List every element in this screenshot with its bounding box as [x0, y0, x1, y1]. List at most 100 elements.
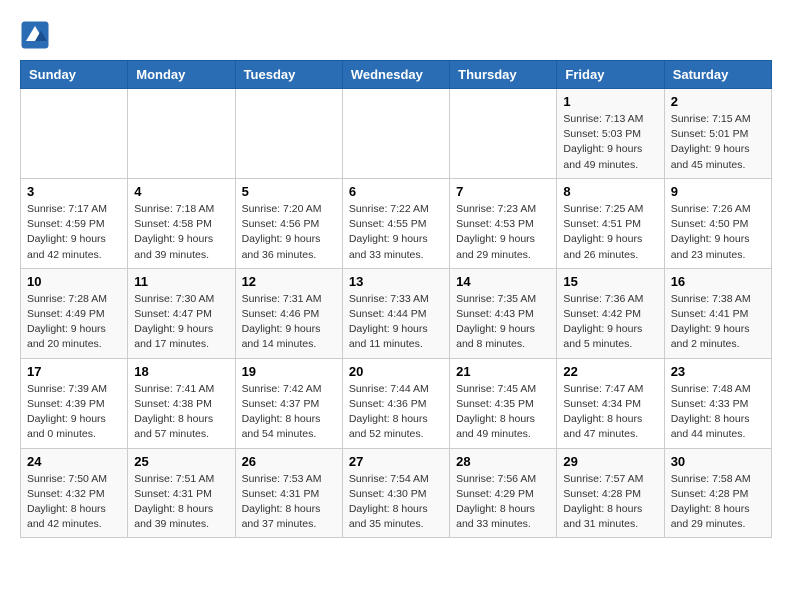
calendar-cell: 17 Sunrise: 7:39 AM Sunset: 4:39 PM Dayli…	[21, 358, 128, 448]
day-number: 7	[456, 184, 550, 199]
day-info: Sunrise: 7:33 AM Sunset: 4:44 PM Dayligh…	[349, 292, 443, 353]
day-number: 16	[671, 274, 765, 289]
calendar-week-row: 1 Sunrise: 7:13 AM Sunset: 5:03 PM Daylig…	[21, 89, 772, 179]
day-info: Sunrise: 7:42 AM Sunset: 4:37 PM Dayligh…	[242, 382, 336, 443]
day-info: Sunrise: 7:22 AM Sunset: 4:55 PM Dayligh…	[349, 202, 443, 263]
day-number: 4	[134, 184, 228, 199]
calendar-cell	[21, 89, 128, 179]
day-info: Sunrise: 7:39 AM Sunset: 4:39 PM Dayligh…	[27, 382, 121, 443]
day-number: 19	[242, 364, 336, 379]
day-number: 27	[349, 454, 443, 469]
logo	[20, 20, 54, 50]
day-number: 14	[456, 274, 550, 289]
day-number: 2	[671, 94, 765, 109]
day-info: Sunrise: 7:26 AM Sunset: 4:50 PM Dayligh…	[671, 202, 765, 263]
weekday-header: Saturday	[664, 61, 771, 89]
day-info: Sunrise: 7:23 AM Sunset: 4:53 PM Dayligh…	[456, 202, 550, 263]
day-info: Sunrise: 7:15 AM Sunset: 5:01 PM Dayligh…	[671, 112, 765, 173]
day-info: Sunrise: 7:54 AM Sunset: 4:30 PM Dayligh…	[349, 472, 443, 533]
calendar-cell: 3 Sunrise: 7:17 AM Sunset: 4:59 PM Daylig…	[21, 178, 128, 268]
day-number: 15	[563, 274, 657, 289]
calendar-cell: 25 Sunrise: 7:51 AM Sunset: 4:31 PM Dayli…	[128, 448, 235, 538]
day-info: Sunrise: 7:38 AM Sunset: 4:41 PM Dayligh…	[671, 292, 765, 353]
day-number: 24	[27, 454, 121, 469]
day-info: Sunrise: 7:47 AM Sunset: 4:34 PM Dayligh…	[563, 382, 657, 443]
calendar-cell	[128, 89, 235, 179]
day-number: 8	[563, 184, 657, 199]
calendar-week-row: 3 Sunrise: 7:17 AM Sunset: 4:59 PM Daylig…	[21, 178, 772, 268]
calendar-cell: 27 Sunrise: 7:54 AM Sunset: 4:30 PM Dayli…	[342, 448, 449, 538]
day-info: Sunrise: 7:56 AM Sunset: 4:29 PM Dayligh…	[456, 472, 550, 533]
calendar-cell: 28 Sunrise: 7:56 AM Sunset: 4:29 PM Dayli…	[450, 448, 557, 538]
calendar-cell: 14 Sunrise: 7:35 AM Sunset: 4:43 PM Dayli…	[450, 268, 557, 358]
day-number: 22	[563, 364, 657, 379]
day-number: 17	[27, 364, 121, 379]
day-info: Sunrise: 7:48 AM Sunset: 4:33 PM Dayligh…	[671, 382, 765, 443]
calendar-cell: 16 Sunrise: 7:38 AM Sunset: 4:41 PM Dayli…	[664, 268, 771, 358]
day-number: 10	[27, 274, 121, 289]
day-info: Sunrise: 7:35 AM Sunset: 4:43 PM Dayligh…	[456, 292, 550, 353]
weekday-header: Friday	[557, 61, 664, 89]
calendar-cell: 22 Sunrise: 7:47 AM Sunset: 4:34 PM Dayli…	[557, 358, 664, 448]
calendar-week-row: 24Sunrise: 7:50 AM Sunset: 4:32 PM Dayli…	[21, 448, 772, 538]
calendar-cell: 30Sunrise: 7:58 AM Sunset: 4:28 PM Dayli…	[664, 448, 771, 538]
calendar-week-row: 10 Sunrise: 7:28 AM Sunset: 4:49 PM Dayli…	[21, 268, 772, 358]
calendar-cell: 9 Sunrise: 7:26 AM Sunset: 4:50 PM Daylig…	[664, 178, 771, 268]
calendar-table: SundayMondayTuesdayWednesdayThursdayFrid…	[20, 60, 772, 538]
calendar-cell: 1 Sunrise: 7:13 AM Sunset: 5:03 PM Daylig…	[557, 89, 664, 179]
calendar-cell	[450, 89, 557, 179]
day-number: 12	[242, 274, 336, 289]
day-number: 11	[134, 274, 228, 289]
day-info: Sunrise: 7:51 AM Sunset: 4:31 PM Dayligh…	[134, 472, 228, 533]
day-info: Sunrise: 7:13 AM Sunset: 5:03 PM Dayligh…	[563, 112, 657, 173]
day-info: Sunrise: 7:53 AM Sunset: 4:31 PM Dayligh…	[242, 472, 336, 533]
calendar-body: 1 Sunrise: 7:13 AM Sunset: 5:03 PM Daylig…	[21, 89, 772, 538]
calendar-cell: 20 Sunrise: 7:44 AM Sunset: 4:36 PM Dayli…	[342, 358, 449, 448]
day-number: 6	[349, 184, 443, 199]
day-info: Sunrise: 7:18 AM Sunset: 4:58 PM Dayligh…	[134, 202, 228, 263]
calendar-cell: 18Sunrise: 7:41 AM Sunset: 4:38 PM Dayli…	[128, 358, 235, 448]
calendar-cell: 10 Sunrise: 7:28 AM Sunset: 4:49 PM Dayli…	[21, 268, 128, 358]
weekday-header: Sunday	[21, 61, 128, 89]
calendar-cell: 23Sunrise: 7:48 AM Sunset: 4:33 PM Dayli…	[664, 358, 771, 448]
day-number: 25	[134, 454, 228, 469]
calendar-cell: 4 Sunrise: 7:18 AM Sunset: 4:58 PM Daylig…	[128, 178, 235, 268]
calendar-cell: 24Sunrise: 7:50 AM Sunset: 4:32 PM Dayli…	[21, 448, 128, 538]
day-number: 18	[134, 364, 228, 379]
day-info: Sunrise: 7:58 AM Sunset: 4:28 PM Dayligh…	[671, 472, 765, 533]
calendar-cell: 5 Sunrise: 7:20 AM Sunset: 4:56 PM Daylig…	[235, 178, 342, 268]
calendar-cell: 29Sunrise: 7:57 AM Sunset: 4:28 PM Dayli…	[557, 448, 664, 538]
day-info: Sunrise: 7:20 AM Sunset: 4:56 PM Dayligh…	[242, 202, 336, 263]
weekday-header: Monday	[128, 61, 235, 89]
day-number: 3	[27, 184, 121, 199]
calendar-cell: 2 Sunrise: 7:15 AM Sunset: 5:01 PM Daylig…	[664, 89, 771, 179]
day-number: 1	[563, 94, 657, 109]
calendar-cell: 7 Sunrise: 7:23 AM Sunset: 4:53 PM Daylig…	[450, 178, 557, 268]
day-info: Sunrise: 7:45 AM Sunset: 4:35 PM Dayligh…	[456, 382, 550, 443]
calendar-cell: 15Sunrise: 7:36 AM Sunset: 4:42 PM Dayli…	[557, 268, 664, 358]
day-info: Sunrise: 7:17 AM Sunset: 4:59 PM Dayligh…	[27, 202, 121, 263]
calendar-cell: 6 Sunrise: 7:22 AM Sunset: 4:55 PM Daylig…	[342, 178, 449, 268]
day-info: Sunrise: 7:28 AM Sunset: 4:49 PM Dayligh…	[27, 292, 121, 353]
calendar-cell: 26 Sunrise: 7:53 AM Sunset: 4:31 PM Dayli…	[235, 448, 342, 538]
calendar-header: SundayMondayTuesdayWednesdayThursdayFrid…	[21, 61, 772, 89]
day-info: Sunrise: 7:31 AM Sunset: 4:46 PM Dayligh…	[242, 292, 336, 353]
weekday-header: Thursday	[450, 61, 557, 89]
calendar-cell	[342, 89, 449, 179]
day-number: 9	[671, 184, 765, 199]
day-info: Sunrise: 7:44 AM Sunset: 4:36 PM Dayligh…	[349, 382, 443, 443]
logo-icon	[20, 20, 50, 50]
page-header	[20, 20, 772, 50]
day-info: Sunrise: 7:57 AM Sunset: 4:28 PM Dayligh…	[563, 472, 657, 533]
day-number: 20	[349, 364, 443, 379]
day-info: Sunrise: 7:25 AM Sunset: 4:51 PM Dayligh…	[563, 202, 657, 263]
day-number: 5	[242, 184, 336, 199]
day-info: Sunrise: 7:30 AM Sunset: 4:47 PM Dayligh…	[134, 292, 228, 353]
weekday-header: Tuesday	[235, 61, 342, 89]
day-number: 26	[242, 454, 336, 469]
calendar-cell: 19 Sunrise: 7:42 AM Sunset: 4:37 PM Dayli…	[235, 358, 342, 448]
day-number: 28	[456, 454, 550, 469]
weekday-header: Wednesday	[342, 61, 449, 89]
weekday-header-row: SundayMondayTuesdayWednesdayThursdayFrid…	[21, 61, 772, 89]
day-number: 13	[349, 274, 443, 289]
